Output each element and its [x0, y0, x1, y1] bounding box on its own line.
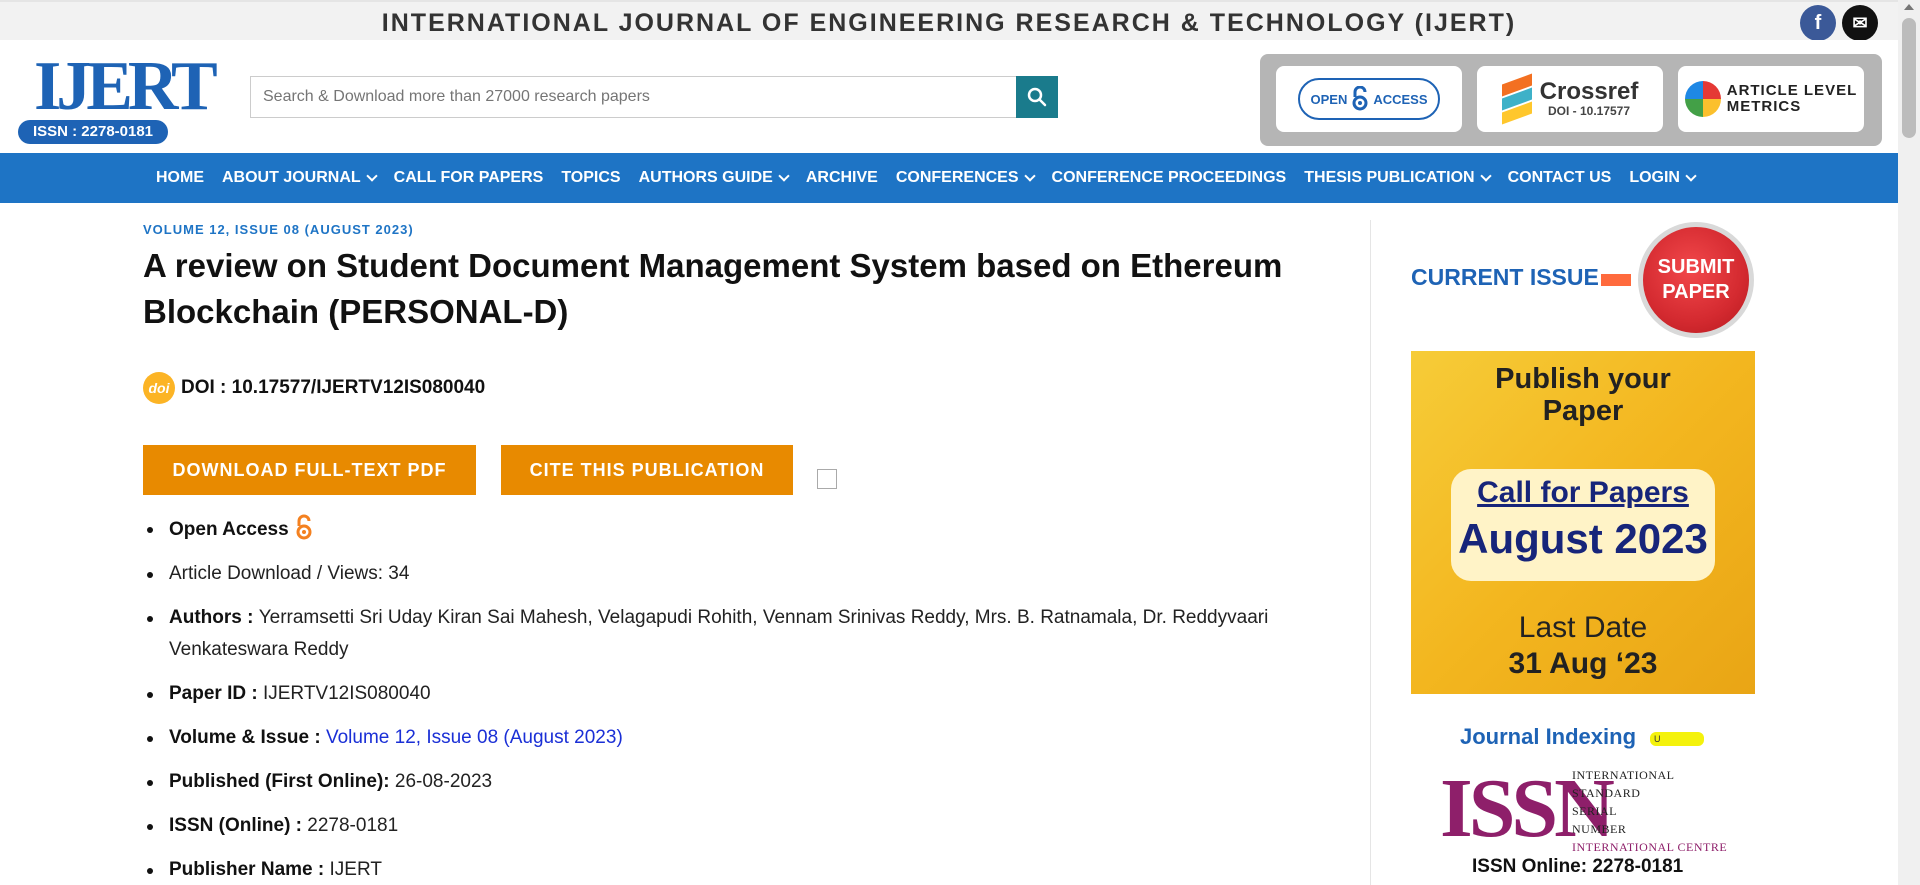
volume-tag[interactable]: VOLUME 12, ISSUE 08 (AUGUST 2023) [143, 222, 414, 237]
nav-item-authors-guide[interactable]: AUTHORS GUIDE [630, 169, 797, 187]
list-item: Authors : Yerramsetti Sri Uday Kiran Sai… [147, 602, 1319, 666]
facebook-icon[interactable]: f [1800, 5, 1836, 41]
doi-icon: doi [143, 372, 175, 404]
open-access-badge[interactable]: OPEN ACCESS [1276, 66, 1462, 132]
nav-item-topics[interactable]: TOPICS [552, 169, 629, 187]
doi-row: doi DOI : 10.17577/IJERTV12IS080040 [143, 372, 485, 404]
list-item: Publisher Name : IJERT [147, 854, 1319, 885]
divider [1370, 220, 1371, 885]
chevron-down-icon [1685, 170, 1697, 182]
article-content: VOLUME 12, ISSUE 08 (AUGUST 2023) A revi… [143, 203, 1343, 885]
volume-link[interactable]: Volume 12, Issue 08 (August 2023) [326, 727, 623, 748]
open-access-icon [296, 514, 312, 540]
nav-item-contact-us[interactable]: CONTACT US [1499, 169, 1621, 187]
nav-item-conferences[interactable]: CONFERENCES [887, 169, 1043, 187]
current-issue-link[interactable]: CURRENT ISSUE [1411, 264, 1599, 291]
list-item: Article Download / Views: 34 [147, 558, 1319, 590]
scroll-up-icon[interactable] [1904, 4, 1914, 10]
list-item: Published (First Online): 26-08-2023 [147, 766, 1319, 798]
cite-button[interactable]: CITE THIS PUBLICATION [501, 445, 793, 495]
scrollbar[interactable] [1898, 0, 1920, 885]
article-meta-list: Open Access Article Download / Views: 34… [147, 513, 1319, 885]
current-issue-marker [1601, 274, 1631, 286]
nav-item-login[interactable]: LOGIN [1620, 169, 1704, 187]
mail-icon[interactable]: ✉ [1842, 5, 1878, 41]
metrics-icon [1684, 81, 1721, 117]
download-pdf-button[interactable]: DOWNLOAD FULL-TEXT PDF [143, 445, 476, 495]
main-nav: HOME ABOUT JOURNAL CALL FOR PAPERS TOPICS AU… [0, 153, 1898, 203]
search-icon [1027, 87, 1047, 107]
issn-value: 2278-0181 [307, 815, 399, 836]
search-input[interactable] [251, 77, 1058, 117]
list-item: Paper ID : IJERTV12IS080040 [147, 678, 1319, 710]
site-title-bar: INTERNATIONAL JOURNAL OF ENGINEERING RES… [0, 0, 1898, 41]
logo-text: IJERT [34, 48, 218, 125]
chevron-down-icon [1023, 170, 1036, 182]
paper-id: IJERTV12IS080040 [262, 683, 431, 704]
site-title: INTERNATIONAL JOURNAL OF ENGINEERING RES… [381, 9, 1517, 37]
submit-paper-button[interactable]: SUBMIT PAPER [1638, 222, 1754, 338]
search-button[interactable] [1016, 76, 1058, 118]
nav-item-about-journal[interactable]: ABOUT JOURNAL [213, 169, 385, 187]
article-level-metrics-badge[interactable]: ARTICLE LEVEL METRICS [1678, 66, 1864, 132]
nav-item-home[interactable]: HOME [147, 169, 213, 187]
broken-image-icon [817, 469, 837, 489]
page: INTERNATIONAL JOURNAL OF ENGINEERING RES… [0, 0, 1920, 885]
indexing-badges: OPEN ACCESS Crossref DOI - 10.17577 ARTI… [1260, 54, 1882, 146]
issn-logo[interactable]: ISSN INTERNATIONAL STANDARD SERIAL NUMBE… [1440, 766, 1740, 855]
call-for-papers-banner[interactable]: Publish your Paper Call for Papers Augus… [1411, 351, 1755, 694]
publisher: IJERT [329, 859, 382, 880]
site-logo[interactable]: IJERT ISSN : 2278-0181 [18, 52, 218, 144]
authors: Yerramsetti Sri Uday Kiran Sai Mahesh, V… [169, 607, 1269, 660]
nav-item-conference-proceedings[interactable]: CONFERENCE PROCEEDINGS [1043, 169, 1296, 187]
search-box [250, 76, 1058, 118]
list-item: ISSN (Online) : 2278-0181 [147, 810, 1319, 842]
published-date: 26-08-2023 [394, 771, 493, 792]
nav-item-call-for-papers[interactable]: CALL FOR PAPERS [385, 169, 553, 187]
chevron-down-icon [366, 170, 378, 182]
nav-item-thesis-publication[interactable]: THESIS PUBLICATION [1295, 169, 1498, 187]
journal-indexing-heading: Journal Indexing [1460, 724, 1637, 749]
list-item: Open Access [147, 513, 1319, 546]
logo-issn: ISSN : 2278-0181 [18, 120, 168, 144]
nav-item-archive[interactable]: ARCHIVE [797, 169, 887, 187]
list-item: Volume & Issue : Volume 12, Issue 08 (Au… [147, 722, 1319, 754]
chevron-down-icon [778, 170, 790, 182]
indexing-highlight: U [1650, 732, 1704, 746]
scrollbar-thumb[interactable] [1902, 18, 1916, 138]
issn-online: ISSN Online: 2278-0181 [1472, 856, 1684, 877]
open-access-icon [1352, 86, 1368, 111]
doi-link[interactable]: DOI : 10.17577/IJERTV12IS080040 [181, 377, 485, 399]
chevron-down-icon [1479, 170, 1492, 182]
crossref-logo-icon [1501, 73, 1534, 125]
crossref-badge[interactable]: Crossref DOI - 10.17577 [1477, 66, 1663, 132]
article-title: A review on Student Document Management … [143, 247, 1283, 330]
